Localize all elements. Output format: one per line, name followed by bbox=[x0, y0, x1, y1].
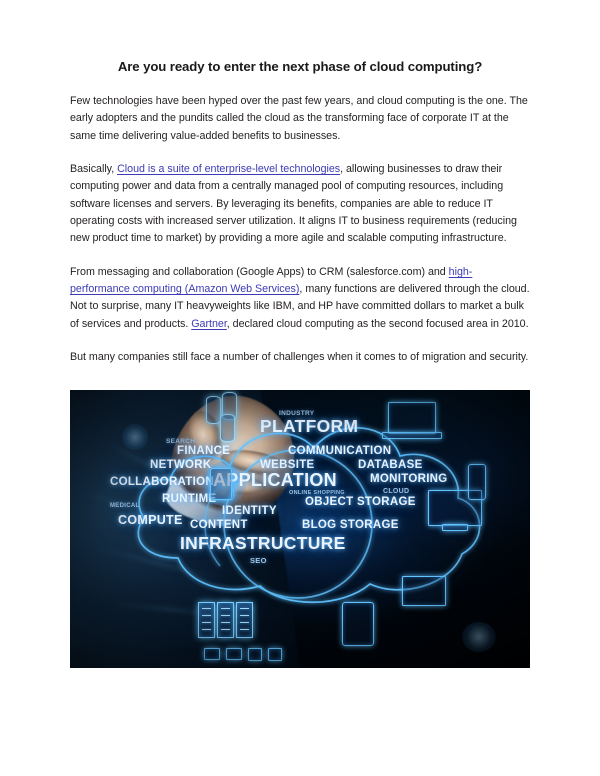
word-blog-storage: BLOG STORAGE bbox=[302, 519, 399, 531]
server-rack-2 bbox=[217, 602, 234, 638]
document-page: Are you ready to enter the next phase of… bbox=[0, 0, 600, 776]
document-body: Are you ready to enter the next phase of… bbox=[70, 58, 530, 366]
server-rack-1 bbox=[198, 602, 215, 638]
word-identity: IDENTITY bbox=[222, 505, 277, 517]
search-icon-small bbox=[248, 648, 262, 661]
cloud-computing-illustration: INDUSTRY PLATFORM SEARCH FINANCE COMMUNI… bbox=[70, 390, 530, 668]
grid-icon-small bbox=[268, 648, 282, 661]
monitor-icon-bottom-right bbox=[402, 576, 446, 606]
tablet-icon-bottom bbox=[342, 602, 374, 646]
mail-icon-small bbox=[204, 648, 220, 660]
word-search: SEARCH bbox=[166, 438, 196, 445]
word-monitoring: MONITORING bbox=[370, 473, 448, 485]
paragraph-4: But many companies still face a number o… bbox=[70, 351, 529, 364]
link-cloud-suite[interactable]: Cloud is a suite of enterprise-level tec… bbox=[117, 163, 340, 175]
paragraph-3: From messaging and collaboration (Google… bbox=[70, 264, 530, 333]
word-collaboration: COLLABORATION bbox=[110, 476, 214, 488]
paragraph-2-prefix: Basically, bbox=[70, 163, 118, 176]
paragraph-3-prefix: From messaging and collaboration (Google… bbox=[70, 265, 449, 278]
word-database: DATABASE bbox=[358, 459, 423, 471]
word-infrastructure: INFRASTRUCTURE bbox=[180, 533, 346, 553]
monitor-stand-right bbox=[442, 524, 468, 531]
word-finance: FINANCE bbox=[177, 445, 231, 457]
word-network: NETWORK bbox=[150, 459, 212, 471]
paragraph-2-suffix: , allowing businesses to draw their comp… bbox=[70, 163, 517, 245]
word-runtime: RUNTIME bbox=[162, 493, 217, 505]
laptop-icon-top bbox=[388, 402, 436, 434]
word-compute: COMPUTE bbox=[118, 513, 183, 527]
word-cloud: CLOUD bbox=[383, 488, 410, 495]
word-medical: MEDICAL bbox=[110, 503, 140, 509]
screen-icon-small bbox=[226, 648, 242, 660]
page-title: Are you ready to enter the next phase of… bbox=[117, 59, 483, 74]
word-object-storage: OBJECT STORAGE bbox=[305, 496, 416, 508]
word-communication: COMMUNICATION bbox=[288, 445, 392, 457]
storage-cylinder-3 bbox=[220, 414, 235, 442]
laptop-base-top bbox=[382, 432, 442, 439]
word-platform: PLATFORM bbox=[260, 416, 359, 436]
paragraph-1: Few technologies have been hyped over th… bbox=[70, 95, 528, 142]
word-content: CONTENT bbox=[190, 519, 248, 531]
ambient-glow-2 bbox=[462, 622, 496, 652]
smartphone-icon-left bbox=[210, 468, 232, 500]
word-seo: SEO bbox=[250, 556, 267, 565]
paragraph-3-suffix: , declared cloud computing as the second… bbox=[226, 317, 529, 330]
ambient-glow-1 bbox=[122, 424, 148, 450]
tablet-icon-right bbox=[468, 464, 486, 500]
server-rack-3 bbox=[236, 602, 253, 638]
paragraph-2: Basically, Cloud is a suite of enterpris… bbox=[70, 161, 530, 248]
storage-cylinder-1 bbox=[206, 396, 221, 424]
link-gartner[interactable]: Gartner bbox=[191, 318, 227, 330]
